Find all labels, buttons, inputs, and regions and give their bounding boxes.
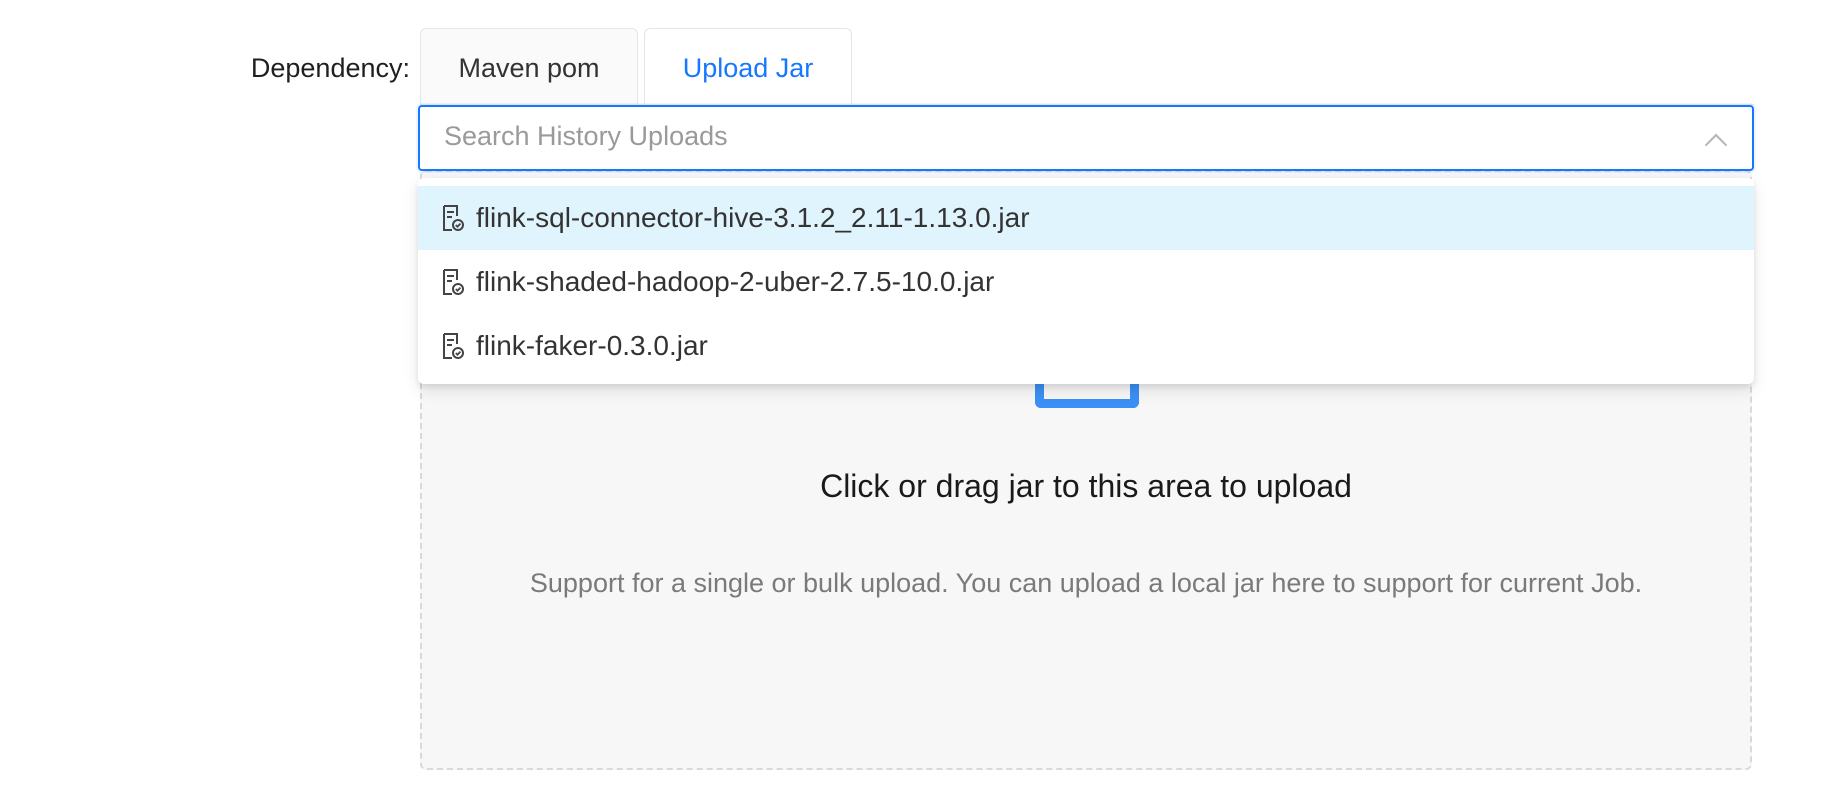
upload-title: Click or drag jar to this area to upload [820, 468, 1352, 504]
option-label: flink-sql-connector-hive-3.1.2_2.11-1.13… [476, 202, 1030, 233]
option-label: flink-faker-0.3.0.jar [476, 330, 708, 361]
search-placeholder: Search History Uploads [444, 121, 728, 151]
history-dropdown: flink-sql-connector-hive-3.1.2_2.11-1.13… [418, 178, 1754, 384]
dropdown-option[interactable]: flink-faker-0.3.0.jar [418, 314, 1754, 378]
dependency-label: Dependency: [250, 53, 410, 83]
upload-hint: Support for a single or bulk upload. You… [529, 568, 1643, 598]
file-check-icon [442, 332, 464, 360]
page: Dependency: Maven pom Upload Jar Click o… [0, 0, 1838, 804]
chevron-up-icon[interactable] [1704, 133, 1728, 157]
option-label: flink-shaded-hadoop-2-uber-2.7.5-10.0.ja… [476, 266, 995, 297]
file-check-icon [442, 204, 464, 232]
file-check-icon [442, 268, 464, 296]
dropdown-option[interactable]: flink-sql-connector-hive-3.1.2_2.11-1.13… [418, 186, 1754, 250]
dropdown-option[interactable]: flink-shaded-hadoop-2-uber-2.7.5-10.0.ja… [418, 250, 1754, 314]
tab-upload-jar[interactable]: Upload Jar [644, 28, 852, 106]
search-history-select[interactable]: Search History Uploads [418, 105, 1754, 171]
tab-maven-pom[interactable]: Maven pom [420, 28, 638, 106]
dependency-tabs: Maven pom Upload Jar [420, 28, 852, 106]
